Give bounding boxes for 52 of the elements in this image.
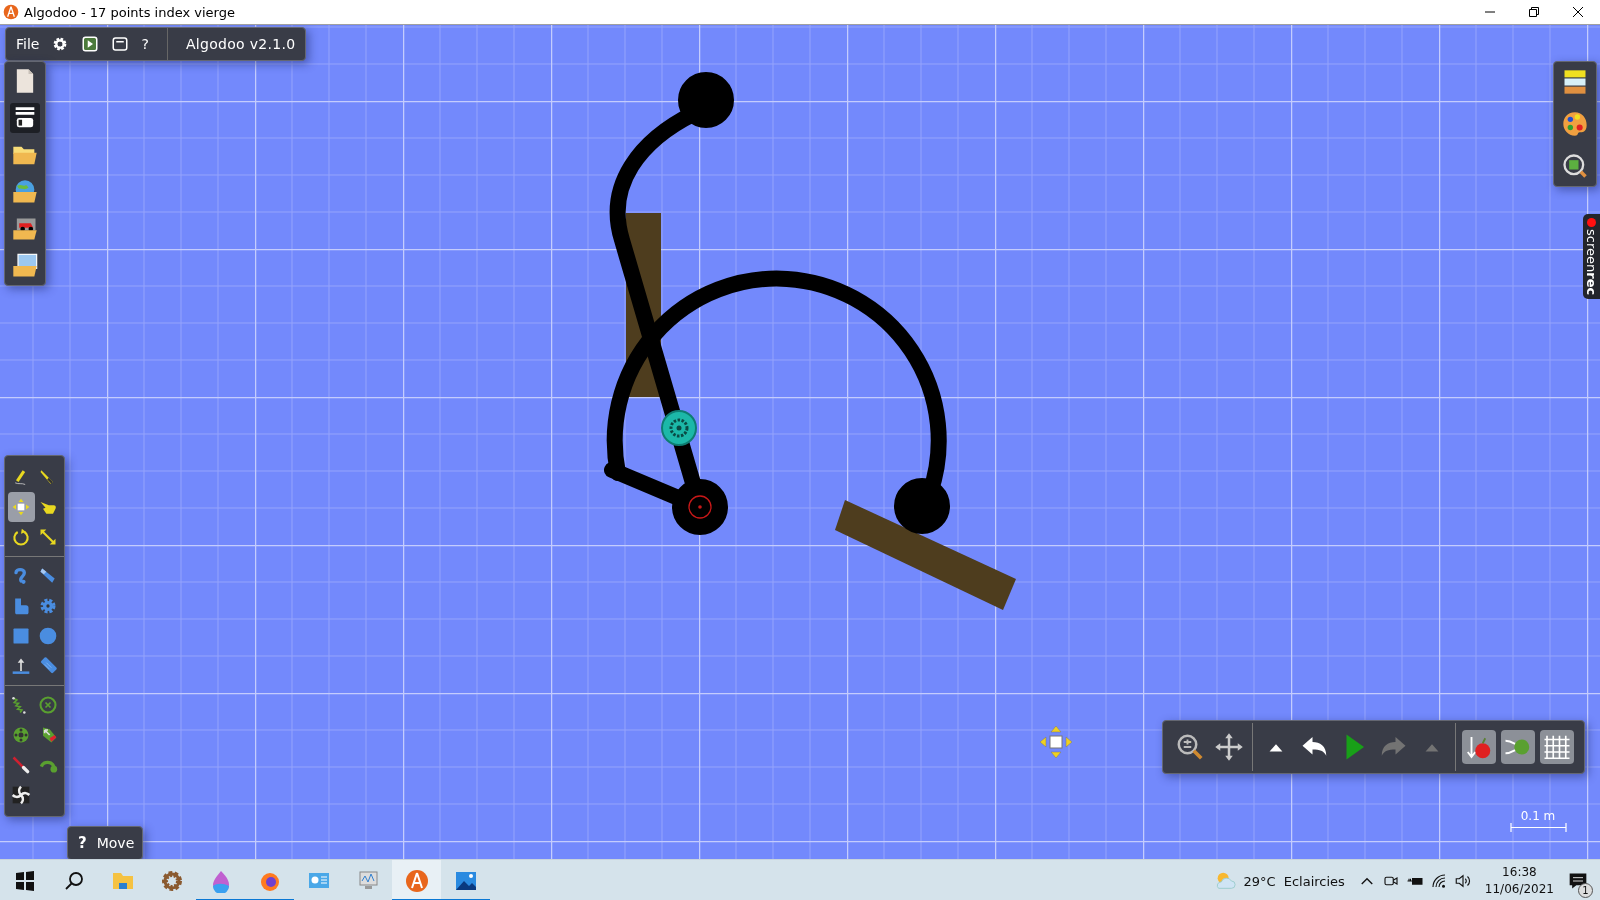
weather-label[interactable]: Eclaircies [1283, 873, 1345, 889]
move-cursor-icon [1039, 725, 1073, 759]
restore-icon[interactable] [1528, 6, 1540, 18]
grid-toggle[interactable] [1540, 730, 1574, 764]
close-icon[interactable] [1572, 6, 1584, 18]
menu-item[interactable]: ? [141, 36, 149, 52]
zoom-icon[interactable] [1175, 732, 1205, 762]
scale-label: 0.1 m [1520, 809, 1556, 823]
window-icon[interactable] [111, 35, 130, 53]
algodoo-logo-icon [3, 4, 19, 20]
move-arrows-icon [11, 497, 31, 517]
menu-item[interactable]: File [16, 36, 40, 52]
scale-bar-icon [1509, 823, 1567, 832]
play-square-icon[interactable] [81, 35, 100, 53]
cog-icon[interactable] [159, 869, 184, 893]
recorder-label: screenrec [1584, 229, 1599, 296]
rotate-arrow-icon[interactable] [11, 527, 31, 547]
wheel-icon[interactable] [11, 725, 31, 745]
paint-palette-icon[interactable] [1561, 110, 1589, 138]
temperature-label[interactable]: 29°C [1243, 873, 1276, 889]
notification-badge: 1 [1578, 883, 1593, 898]
recorder-tab[interactable]: screenrec [1583, 214, 1600, 300]
four-way-arrow-icon[interactable] [1214, 732, 1244, 762]
tool-name: Move [96, 835, 135, 851]
move-arrows-button[interactable] [7, 492, 35, 522]
ground-plane-icon[interactable] [11, 656, 31, 676]
clock-date[interactable]: 11/06/2021 [1484, 881, 1554, 898]
window-title: Algodoo - 17 points index vierge [24, 4, 236, 20]
speaker-icon[interactable] [1453, 872, 1472, 890]
swirl-icon[interactable] [11, 785, 31, 805]
save-button[interactable] [10, 103, 40, 133]
record-dot-icon [1587, 218, 1596, 227]
laser-pen-icon[interactable] [11, 755, 31, 775]
wifi-icon[interactable] [1429, 872, 1448, 890]
algodoo-logo-icon [404, 869, 429, 893]
picture-folder-icon[interactable] [11, 252, 39, 280]
algodoo-logo-taskbar-button[interactable] [392, 860, 441, 900]
target-icon [688, 495, 712, 519]
diagonal-arrow-icon[interactable] [38, 527, 58, 547]
air-ball-toggle[interactable] [1501, 730, 1535, 764]
axle-icon [661, 410, 697, 446]
crossed-circle-icon[interactable] [38, 695, 58, 715]
globe-folder-icon[interactable] [11, 178, 39, 206]
square-icon[interactable] [11, 626, 31, 646]
version-label: Algodoo v2.1.0 [166, 28, 296, 60]
circle-icon[interactable] [38, 626, 58, 646]
magnifier-icon[interactable] [1561, 152, 1589, 180]
help-icon[interactable]: ? [78, 834, 87, 852]
landscape-picture-icon [453, 869, 478, 893]
gravity-apple-toggle[interactable] [1462, 730, 1496, 764]
clock-time[interactable]: 16:38 [1502, 864, 1537, 881]
capsule-icon[interactable] [38, 656, 58, 676]
